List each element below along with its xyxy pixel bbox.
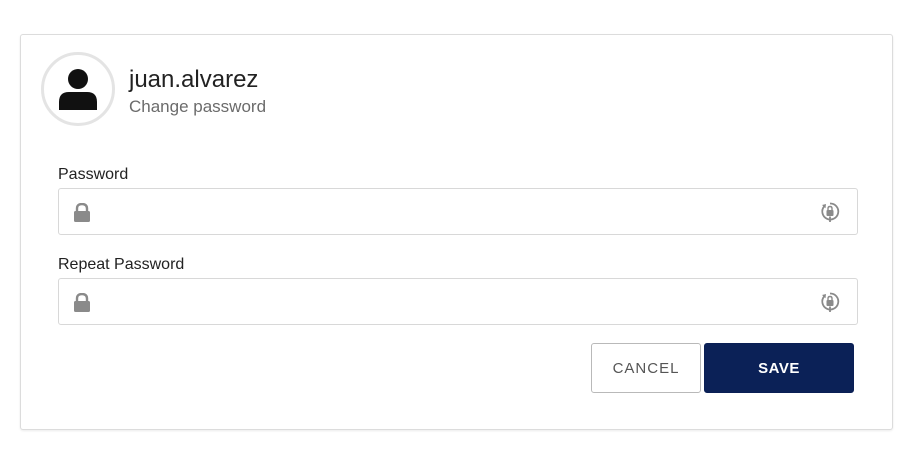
reveal-password-icon[interactable] [820,201,840,223]
repeat-password-field [58,278,858,326]
avatar [41,52,115,126]
change-password-card: juan.alvarez Change password Password Re… [20,34,893,430]
page-subtitle: Change password [129,97,267,116]
reveal-password-icon[interactable] [820,291,840,313]
repeat-password-label: Repeat Password [58,256,185,273]
username-title: juan.alvarez [129,66,259,93]
cancel-button[interactable]: CANCEL [591,343,701,393]
lock-icon [74,203,90,222]
password-field [58,188,858,236]
save-button[interactable]: SAVE [704,343,854,393]
repeat-password-input[interactable] [99,279,803,326]
user-icon [59,69,97,110]
password-label: Password [58,166,129,183]
lock-icon [74,293,90,312]
password-input[interactable] [99,189,803,236]
